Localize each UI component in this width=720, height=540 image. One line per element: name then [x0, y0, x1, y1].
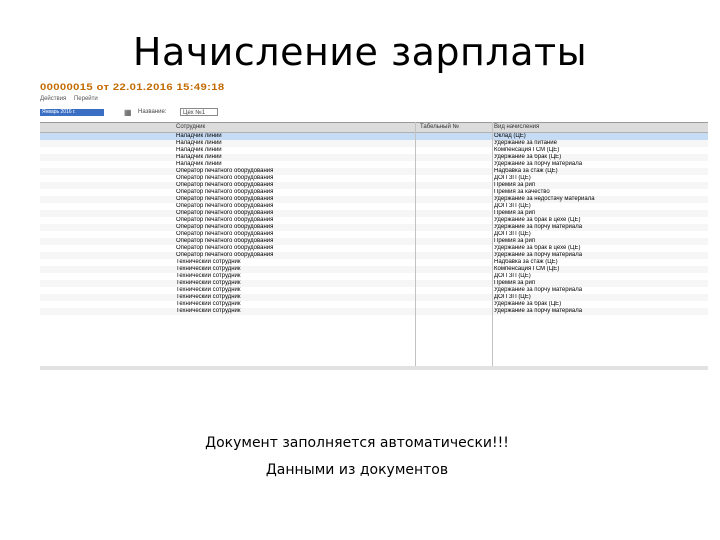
- cell-accrual-type: Премия за рип: [494, 238, 536, 244]
- table-row[interactable]: Оператор печатного оборудования Надбавка …: [40, 168, 708, 175]
- slide-title: Начисление зарплаты: [132, 30, 588, 74]
- cell-accrual-type: Надбавка за стаж (ЦЕ): [494, 168, 558, 174]
- table-row[interactable]: Оператор печатного оборудования Премия за…: [40, 189, 708, 196]
- table-row[interactable]: Оператор печатного оборудования Премия за…: [40, 182, 708, 189]
- cell-accrual-type: ДОП ЗП (ЦЕ): [494, 294, 531, 300]
- column-divider: [492, 122, 493, 368]
- cell-accrual-type: Удержание за брак в цехе (ЦЕ): [494, 217, 581, 223]
- cell-employee: Оператор печатного оборудования: [176, 217, 274, 223]
- table-row[interactable]: Наладчик линий Удержание за порчу материа…: [40, 161, 708, 168]
- cell-employee: Оператор печатного оборудования: [176, 231, 274, 237]
- name-label: Название:: [138, 109, 167, 115]
- cell-employee: Наладчик линий: [176, 147, 222, 153]
- cell-employee: Технический сотрудник: [176, 259, 241, 265]
- caption-line-2: Данными из документов: [265, 462, 449, 478]
- cell-employee: Оператор печатного оборудования: [176, 189, 274, 195]
- table-row[interactable]: Технический сотрудник ДОП ЗП (ЦЕ): [40, 294, 708, 301]
- cell-employee: Наладчик линий: [176, 161, 222, 167]
- cell-accrual-type: Удержание за порчу материала: [494, 287, 583, 293]
- cell-employee: Технический сотрудник: [176, 266, 241, 272]
- cell-accrual-type: ДОП ЗП (ЦЕ): [494, 231, 531, 237]
- table-row[interactable]: Оператор печатного оборудования Премия за…: [40, 210, 708, 217]
- cell-accrual-type: Удержание за брак (ЦЕ): [494, 154, 562, 160]
- table-row[interactable]: Наладчик линий Оклад (ЦЕ): [40, 133, 708, 140]
- cell-employee: Оператор печатного оборудования: [176, 203, 274, 209]
- horizontal-scrollbar[interactable]: [40, 366, 708, 370]
- cell-accrual-type: Премия за рип: [494, 182, 536, 188]
- cell-employee: Наладчик линий: [176, 140, 222, 146]
- table-row[interactable]: Оператор печатного оборудования Удержание…: [40, 217, 708, 224]
- document-screenshot: 00000015 от 22.01.2016 15:49:18 Действия…: [40, 80, 708, 370]
- accrual-table: Сотрудник Табельный № Вид начисления Нал…: [40, 122, 708, 315]
- filter-row: Январь 2016 г. ▦ Название: Цех №1: [40, 108, 708, 118]
- name-field[interactable]: Цех №1: [180, 108, 218, 116]
- table-row[interactable]: Оператор печатного оборудования Удержание…: [40, 196, 708, 203]
- table-row[interactable]: Оператор печатного оборудования Премия за…: [40, 238, 708, 245]
- table-row[interactable]: Оператор печатного оборудования ДОП ЗП (Ц…: [40, 231, 708, 238]
- cell-accrual-type: Премия за качество: [494, 189, 550, 195]
- column-divider: [415, 122, 416, 368]
- cell-accrual-type: Премия за рип: [494, 280, 536, 286]
- table-row[interactable]: Наладчик линий Компенсация ГСМ (ЦЕ): [40, 147, 708, 154]
- cell-accrual-type: Удержание за порчу материала: [494, 252, 583, 258]
- cell-employee: Оператор печатного оборудования: [176, 224, 274, 230]
- cell-accrual-type: Удержание за брак в цехе (ЦЕ): [494, 245, 581, 251]
- table-row[interactable]: Наладчик линий Удержание за брак (ЦЕ): [40, 154, 708, 161]
- cell-employee: Оператор печатного оборудования: [176, 168, 274, 174]
- table-row[interactable]: Технический сотрудник Надбавка за стаж (Ц…: [40, 259, 708, 266]
- cell-employee: Наладчик линий: [176, 133, 222, 139]
- cell-accrual-type: Удержание за недостачу материала: [494, 196, 595, 202]
- toolbar-goto-menu[interactable]: Перейти: [74, 96, 98, 102]
- cell-employee: Наладчик линий: [176, 154, 222, 160]
- table-row[interactable]: Технический сотрудник ДОП ЗП (ЦЕ): [40, 273, 708, 280]
- period-field[interactable]: Январь 2016 г.: [40, 109, 104, 116]
- cell-accrual-type: Оклад (ЦЕ): [494, 133, 526, 139]
- cell-employee: Оператор печатного оборудования: [176, 238, 274, 244]
- cell-accrual-type: ДОП ЗП (ЦЕ): [494, 203, 531, 209]
- table-row[interactable]: Технический сотрудник Компенсация ГСМ (ЦЕ…: [40, 266, 708, 273]
- table-row[interactable]: Оператор печатного оборудования Удержание…: [40, 245, 708, 252]
- cell-accrual-type: Удержание за питание: [494, 140, 557, 146]
- table-row[interactable]: Оператор печатного оборудования Удержание…: [40, 252, 708, 259]
- cell-employee: Технический сотрудник: [176, 280, 241, 286]
- table-row[interactable]: Технический сотрудник Премия за рип: [40, 280, 708, 287]
- table-row[interactable]: Технический сотрудник Удержание за порчу …: [40, 308, 708, 315]
- cell-accrual-type: Удержание за порчу материала: [494, 308, 583, 314]
- cell-employee: Оператор печатного оборудования: [176, 175, 274, 181]
- cell-employee: Технический сотрудник: [176, 294, 241, 300]
- table-row[interactable]: Оператор печатного оборудования ДОП ЗП (Ц…: [40, 175, 708, 182]
- table-row[interactable]: Оператор печатного оборудования Удержание…: [40, 224, 708, 231]
- cell-employee: Оператор печатного оборудования: [176, 210, 274, 216]
- table-row[interactable]: Наладчик линий Удержание за питание: [40, 140, 708, 147]
- table-row[interactable]: Технический сотрудник Удержание за порчу …: [40, 287, 708, 294]
- table-row[interactable]: Технический сотрудник Удержание за брак (…: [40, 301, 708, 308]
- table-header: Сотрудник Табельный № Вид начисления: [40, 123, 708, 133]
- cell-accrual-type: ДОП ЗП (ЦЕ): [494, 273, 531, 279]
- cell-employee: Технический сотрудник: [176, 301, 241, 307]
- cell-accrual-type: Удержание за брак (ЦЕ): [494, 301, 562, 307]
- cell-employee: Оператор печатного оборудования: [176, 252, 274, 258]
- cell-accrual-type: Удержание за порчу материала: [494, 224, 583, 230]
- cell-employee: Оператор печатного оборудования: [176, 182, 274, 188]
- cell-employee: Оператор печатного оборудования: [176, 196, 274, 202]
- document-header: 00000015 от 22.01.2016 15:49:18: [40, 82, 225, 92]
- cell-employee: Технический сотрудник: [176, 273, 241, 279]
- cell-accrual-type: Компенсация ГСМ (ЦЕ): [494, 147, 560, 153]
- cell-employee: Технический сотрудник: [176, 308, 241, 314]
- column-header-employee[interactable]: Сотрудник: [176, 123, 416, 132]
- cell-employee: Оператор печатного оборудования: [176, 245, 274, 251]
- cell-employee: Технический сотрудник: [176, 287, 241, 293]
- cell-accrual-type: Надбавка за стаж (ЦЕ): [494, 259, 558, 265]
- document-toolbar: Действия Перейти: [40, 96, 104, 102]
- column-header-accrual-type[interactable]: Вид начисления: [494, 123, 704, 132]
- cell-accrual-type: Премия за рип: [494, 210, 536, 216]
- table-row[interactable]: Оператор печатного оборудования ДОП ЗП (Ц…: [40, 203, 708, 210]
- toolbar-actions-menu[interactable]: Действия: [40, 96, 66, 102]
- cell-accrual-type: Удержание за порчу материала: [494, 161, 583, 167]
- cell-accrual-type: Компенсация ГСМ (ЦЕ): [494, 266, 560, 272]
- cell-accrual-type: ДОП ЗП (ЦЕ): [494, 175, 531, 181]
- calendar-icon[interactable]: ▦: [124, 108, 132, 117]
- caption-line-1: Документ заполняется автоматически!!!: [205, 435, 509, 451]
- column-header-tab-number[interactable]: Табельный №: [420, 123, 492, 132]
